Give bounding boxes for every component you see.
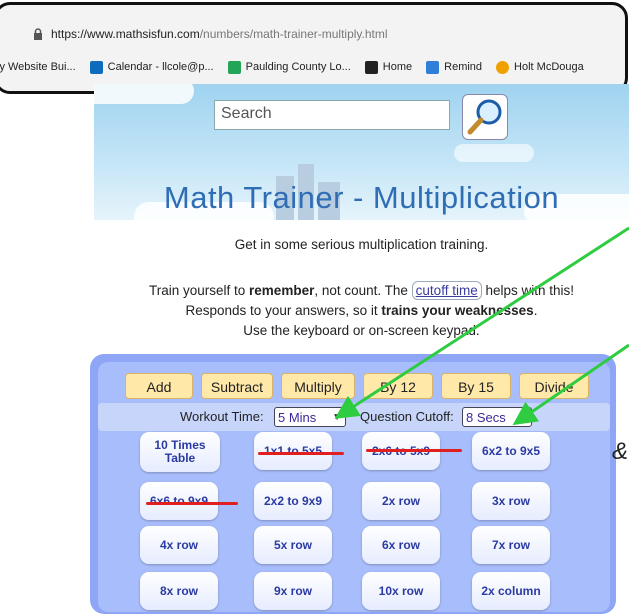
question-cutoff-select[interactable]: 8 Secs ▼ <box>462 407 532 427</box>
bookmark-item[interactable]: Home <box>364 60 413 74</box>
bookmark-label: Calendar - llcole@p... <box>107 61 214 73</box>
search-input[interactable]: Search <box>214 100 450 130</box>
search-button[interactable] <box>462 94 508 140</box>
tab-by-15[interactable]: By 15 <box>441 373 511 399</box>
exercise-button[interactable]: 1x1 to 5x5 <box>254 432 332 470</box>
holt-icon <box>496 60 510 74</box>
page-title: Math Trainer - Multiplication <box>163 180 560 215</box>
intro-line-4: Use the keyboard or on-screen keypad. <box>243 323 480 338</box>
red-underline <box>146 502 238 505</box>
exercise-button[interactable]: 2x row <box>362 482 440 520</box>
intro-text: . <box>533 303 538 318</box>
exercise-button[interactable]: 7x row <box>472 526 550 564</box>
exercise-button[interactable]: 10x row <box>362 572 440 610</box>
outlook-icon <box>89 60 103 74</box>
workout-time-value: 5 Mins <box>278 410 317 425</box>
exercise-button[interactable]: 9x row <box>254 572 332 610</box>
site-header: Search Math Trainer - Multiplication <box>94 84 629 220</box>
side-glyph: & <box>612 438 629 465</box>
workout-time-select[interactable]: 5 Mins ▼ <box>274 407 346 427</box>
intro-bold: trains your weaknesses <box>381 303 534 318</box>
intro-bold: remember <box>249 283 315 298</box>
intro-text: helps with this! <box>481 283 574 298</box>
cutoff-time-link[interactable]: cutoff time <box>411 281 482 300</box>
exercise-button[interactable]: 6x6 to 9x9 <box>140 482 218 520</box>
red-underline <box>366 449 462 452</box>
exercise-button[interactable]: 6x2 to 9x5 <box>472 432 550 470</box>
magnifier-icon <box>467 99 502 135</box>
bookmark-item[interactable]: Paulding County Lo... <box>227 60 351 74</box>
bookmark-label: Holt McDouga <box>514 61 584 73</box>
remind-icon <box>426 60 440 74</box>
bookmark-label: Home <box>382 61 413 73</box>
intro-text: , not count. The <box>314 283 412 298</box>
bookmarks-bar: ly Website Bui... Calendar - llcole@p... P… <box>0 55 598 79</box>
dropdown-arrow-icon: ▼ <box>332 412 342 423</box>
workout-time-label: Workout Time: <box>180 409 264 424</box>
url-path: /numbers/math-trainer-multiply.html <box>199 27 388 41</box>
url-host: https://www.mathsisfun.com <box>51 27 200 41</box>
question-cutoff-label: Question Cutoff: <box>360 409 454 424</box>
tab-subtract[interactable]: Subtract <box>201 373 273 399</box>
home-icon <box>364 60 378 74</box>
bookmark-item[interactable]: Holt McDouga <box>496 60 584 74</box>
exercise-button[interactable]: 2x column <box>472 572 550 610</box>
bookmark-label: Remind <box>444 61 483 73</box>
question-cutoff-value: 8 Secs <box>466 410 506 425</box>
exercise-button[interactable]: 6x row <box>362 526 440 564</box>
bookmark-label: Paulding County Lo... <box>245 61 351 73</box>
intro-line-3: Responds to your answers, so it trains y… <box>94 303 629 318</box>
exercise-button[interactable]: 2x2 to 9x9 <box>254 482 332 520</box>
intro-text: Responds to your answers, so it <box>185 303 382 318</box>
red-underline <box>258 452 344 455</box>
bookmark-item[interactable]: Remind <box>426 60 483 74</box>
classroom-icon <box>227 60 241 74</box>
intro-line-1: Get in some serious multiplication train… <box>234 237 489 252</box>
lock-icon <box>34 28 42 40</box>
dropdown-arrow-icon: ▼ <box>518 412 528 423</box>
cloud-decoration <box>454 144 534 162</box>
exercise-button[interactable]: 10 Times Table <box>140 432 220 472</box>
bookmark-item[interactable]: Calendar - llcole@p... <box>89 60 214 74</box>
exercise-button[interactable]: 5x row <box>254 526 332 564</box>
intro-line-2: Train yourself to remember, not count. T… <box>94 281 629 300</box>
exercise-button[interactable]: 4x row <box>140 526 218 564</box>
exercise-button[interactable]: 3x row <box>472 482 550 520</box>
tab-add[interactable]: Add <box>125 373 193 399</box>
tab-divide[interactable]: Divide <box>519 373 589 399</box>
address-bar[interactable]: https://www.mathsisfun.com/numbers/math-… <box>33 27 388 41</box>
tab-by-12[interactable]: By 12 <box>363 373 433 399</box>
intro-text: Train yourself to <box>149 283 250 298</box>
tab-multiply[interactable]: Multiply <box>281 373 355 399</box>
browser-chrome: https://www.mathsisfun.com/numbers/math-… <box>0 2 628 94</box>
exercise-button[interactable]: 8x row <box>140 572 218 610</box>
settings-bar: Workout Time: 5 Mins ▼ Question Cutoff: 8… <box>98 403 610 431</box>
cloud-decoration <box>94 84 194 104</box>
bookmark-label: ly Website Bui... <box>0 61 76 73</box>
bookmark-item[interactable]: ly Website Bui... <box>0 61 76 73</box>
